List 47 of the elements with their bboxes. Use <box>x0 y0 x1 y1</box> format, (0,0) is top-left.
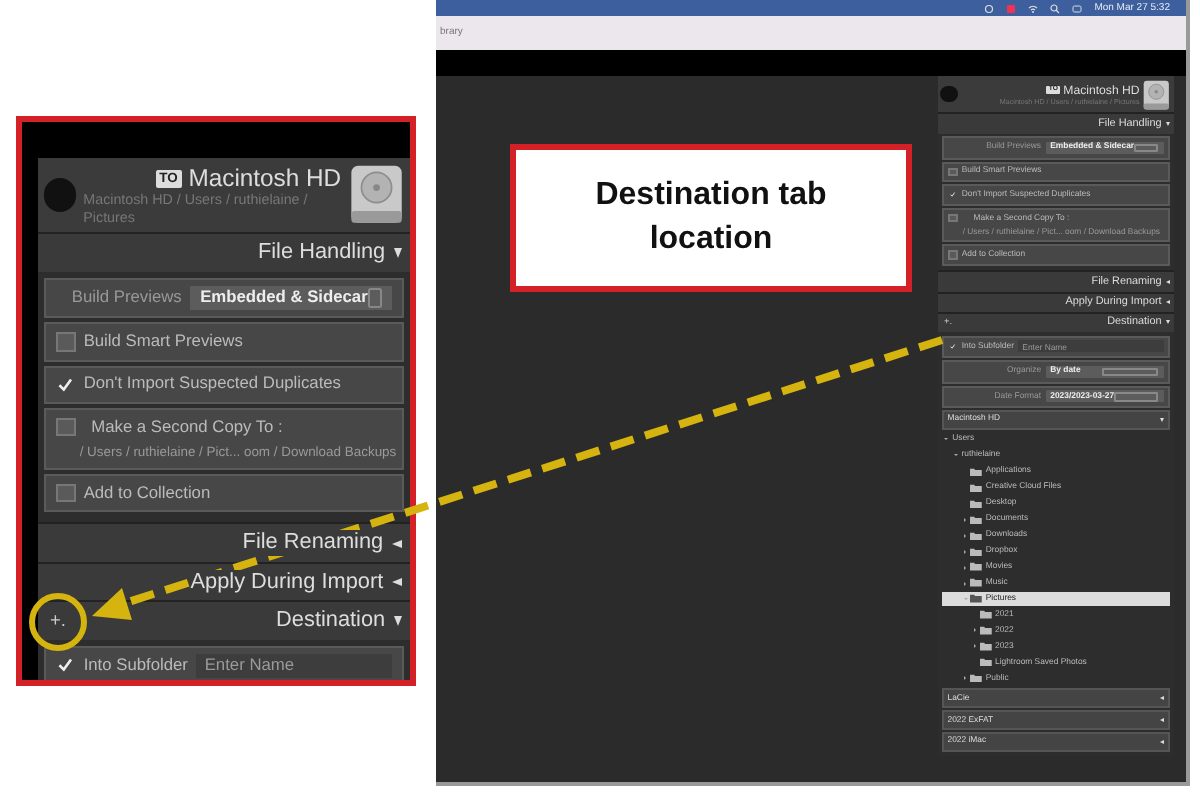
triangle-icon[interactable] <box>391 578 402 587</box>
checkbox[interactable] <box>948 250 958 260</box>
section-title[interactable]: Apply During Import <box>190 569 384 595</box>
checkbox[interactable] <box>56 332 76 352</box>
triangle-icon[interactable] <box>393 247 402 258</box>
triangle-icon[interactable] <box>1165 320 1170 325</box>
checkmark-icon <box>58 658 74 674</box>
triangle-icon[interactable] <box>1165 122 1170 127</box>
highlight-circle <box>29 593 87 651</box>
callout-text: Destination tab location <box>593 176 829 260</box>
search-icon <box>1050 3 1061 13</box>
checkbox[interactable] <box>56 484 76 503</box>
hard-drive-icon <box>1142 79 1172 110</box>
checkbox-label: Don't Import Suspected Duplicates <box>83 374 341 395</box>
grid-icon <box>1006 3 1017 13</box>
checkbox-label: Into Subfolder <box>83 656 188 676</box>
volume-name[interactable]: Macintosh HD <box>188 164 342 193</box>
checkbox-label: Add to Collection <box>83 483 211 504</box>
checkbox-label: Build Smart Previews <box>83 332 243 352</box>
triangle-icon[interactable] <box>1160 417 1165 422</box>
triangle-icon[interactable] <box>1160 739 1165 744</box>
triangle-icon[interactable] <box>1160 718 1165 723</box>
section-title[interactable]: File Handling <box>257 240 386 266</box>
add-button[interactable]: +. <box>46 611 70 631</box>
section-header[interactable]: File Renaming <box>38 522 410 562</box>
checkbox-label: Make a Second Copy To : <box>91 417 283 437</box>
name-field[interactable]: Enter Name <box>196 654 392 678</box>
section-header[interactable]: +. Destination <box>38 600 410 640</box>
checkmark-icon <box>58 377 74 392</box>
checkbox[interactable] <box>56 417 76 437</box>
triangle-icon[interactable] <box>1165 300 1170 305</box>
control-center-icon <box>1072 3 1083 13</box>
wifi-icon <box>1028 3 1039 13</box>
dropdown[interactable]: Embedded & Sidecar <box>190 286 392 310</box>
triangle-icon[interactable] <box>1165 280 1170 285</box>
triangle-icon[interactable] <box>391 539 402 548</box>
triangle-icon[interactable] <box>393 615 402 626</box>
triangle-icon[interactable] <box>1160 696 1165 701</box>
option-label: Build Previews <box>71 288 182 308</box>
checkbox[interactable] <box>948 213 958 223</box>
section-title[interactable]: File Renaming <box>242 530 384 556</box>
checkmark-icon <box>950 192 956 198</box>
record-icon <box>984 3 995 13</box>
checkmark-icon <box>950 344 956 350</box>
checkbox[interactable] <box>948 167 958 177</box>
hard-drive-icon <box>347 164 405 226</box>
section-header[interactable]: File Handling <box>38 232 410 272</box>
